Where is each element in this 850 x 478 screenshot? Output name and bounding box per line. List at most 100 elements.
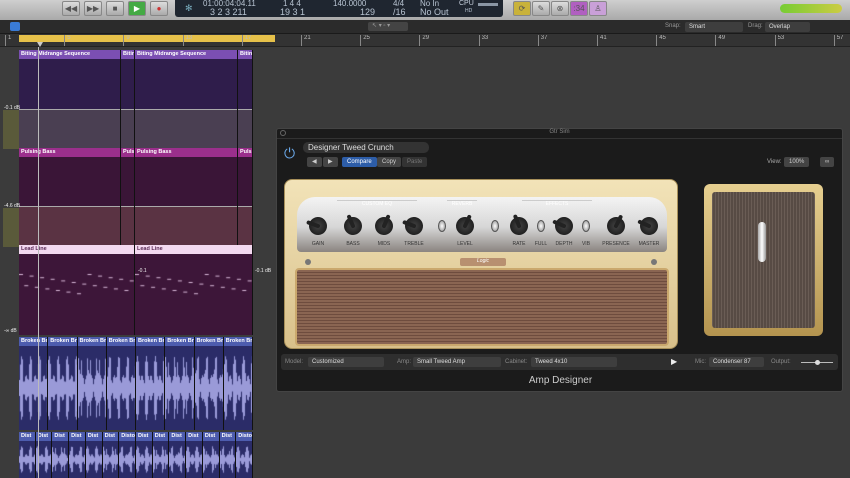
region[interactable]: Dist — [102, 432, 120, 478]
automation-lane[interactable] — [19, 206, 120, 245]
automation-lane[interactable] — [121, 206, 134, 245]
toggle-switch[interactable] — [582, 220, 590, 232]
region[interactable]: Biting Midrange Sequence — [135, 50, 238, 148]
region[interactable]: Distorted 1 — [119, 432, 136, 478]
toggle-switch[interactable] — [537, 220, 545, 232]
microphone-icon[interactable] — [758, 222, 766, 262]
playhead[interactable] — [37, 42, 43, 47]
copy-button[interactable]: Copy — [377, 157, 402, 167]
rate-knob[interactable] — [507, 214, 531, 238]
region[interactable]: Bitin — [121, 50, 135, 148]
section-label: EFFECTS — [522, 200, 592, 207]
region[interactable]: Dist — [202, 432, 220, 478]
region[interactable]: Dist — [85, 432, 103, 478]
gain-knob[interactable] — [306, 214, 330, 238]
region[interactable]: Pulsi — [238, 148, 253, 245]
ruler-tick: 49 — [715, 35, 725, 46]
record-button[interactable]: ● — [150, 1, 168, 16]
region[interactable]: Broken Bre — [165, 337, 195, 430]
mids-knob[interactable] — [372, 214, 396, 238]
pencil-button[interactable]: ✎ — [532, 1, 550, 16]
region[interactable]: Pulsing Bass — [19, 148, 121, 245]
presence-knob[interactable] — [603, 213, 629, 239]
close-icon[interactable] — [280, 130, 286, 136]
prev-preset-button[interactable]: ◀ — [307, 157, 322, 167]
automation-lane[interactable] — [19, 108, 120, 148]
master-volume-slider[interactable] — [780, 4, 842, 13]
output-label: Output: — [771, 359, 791, 365]
power-icon[interactable]: ⏻ — [284, 145, 295, 162]
tool-menu[interactable]: ↖ ▾ ▫ ▾ — [368, 22, 408, 31]
region[interactable]: Dist — [152, 432, 170, 478]
fast-forward-button[interactable]: ▶▶ — [84, 1, 102, 16]
snap-select[interactable]: Smart — [685, 22, 743, 32]
depth-knob[interactable] — [552, 214, 576, 238]
region[interactable]: Lead Line — [135, 245, 253, 335]
region[interactable]: Dist — [186, 432, 203, 478]
cycle-region[interactable] — [19, 35, 275, 42]
play-icon[interactable]: ▶ — [671, 357, 677, 366]
output-slider-knob[interactable] — [814, 360, 820, 365]
region[interactable]: Broken Bre — [106, 337, 136, 430]
region[interactable]: Dist — [169, 432, 187, 478]
mic-select[interactable]: Condenser 87 — [709, 357, 764, 367]
region[interactable]: Pulsing Bass — [135, 148, 238, 245]
model-select[interactable]: Customized — [308, 357, 384, 367]
cycle-button[interactable]: ⟳ — [513, 1, 531, 16]
amp-select[interactable]: Small Tweed Amp — [413, 357, 501, 367]
master-knob[interactable] — [637, 214, 661, 238]
region[interactable]: Broken Bre — [19, 337, 49, 430]
cabinet-select[interactable]: Tweed 4x10 — [531, 357, 617, 367]
ruler-tick: 41 — [597, 35, 607, 46]
region-name: Broken Bre — [48, 337, 77, 346]
view-select[interactable]: 100% — [784, 157, 810, 167]
automation-handle[interactable] — [3, 208, 19, 247]
catch-button[interactable] — [10, 22, 20, 31]
automation-lane[interactable] — [238, 206, 252, 245]
region[interactable]: Pulsi — [121, 148, 135, 245]
toggle-switch[interactable] — [438, 220, 446, 232]
level-knob[interactable] — [453, 214, 477, 238]
region[interactable]: Bitin — [238, 50, 253, 148]
region[interactable]: Broken Bre — [48, 337, 78, 430]
stop-button[interactable]: ■ — [106, 1, 124, 16]
region[interactable]: Biting Midrange Sequence — [19, 50, 121, 148]
paste-button[interactable]: Paste — [402, 157, 428, 167]
waveform — [194, 346, 223, 430]
lcd-display[interactable]: ✻ 01:00:04:04.11 1 4 4 140.0000 4/4 No I… — [175, 0, 503, 17]
region[interactable]: Dist — [69, 432, 86, 478]
region[interactable]: Lead Line — [19, 245, 135, 335]
region[interactable]: Dist — [19, 432, 36, 478]
region[interactable]: Broken Bre — [194, 337, 224, 430]
metronome-button[interactable]: ♙ — [589, 1, 607, 16]
preset-menu[interactable]: Designer Tweed Crunch — [303, 142, 429, 153]
rewind-button[interactable]: ◀◀ — [62, 1, 80, 16]
treble-knob[interactable] — [402, 214, 426, 238]
region[interactable]: Distorted 1 — [236, 432, 253, 478]
region[interactable]: Dist — [52, 432, 70, 478]
region[interactable]: Dist — [136, 432, 153, 478]
region-name: Biting Midrange Sequence — [135, 50, 237, 59]
compare-button[interactable]: Compare — [342, 157, 377, 167]
automation-lane[interactable] — [135, 108, 237, 148]
region[interactable]: Broken Bre — [136, 337, 166, 430]
ruler-tick: 17 — [241, 35, 251, 46]
automation-handle[interactable] — [3, 110, 19, 150]
output-slider[interactable] — [801, 360, 833, 365]
region[interactable]: Dist — [219, 432, 237, 478]
link-icon[interactable]: ∞ — [820, 157, 835, 167]
bass-knob[interactable] — [341, 214, 365, 238]
automation-lane[interactable] — [238, 108, 252, 148]
toggle-switch[interactable] — [491, 220, 499, 232]
gear-icon[interactable]: ✻ — [185, 3, 193, 14]
next-preset-button[interactable]: ▶ — [323, 157, 338, 167]
region-name: Dist — [136, 432, 152, 441]
region[interactable]: Broken Bre — [77, 337, 107, 430]
play-button[interactable]: ▶ — [128, 1, 146, 16]
solo-button[interactable]: ⊗ — [551, 1, 569, 16]
automation-lane[interactable] — [135, 206, 237, 245]
count-in-button[interactable]: :34 — [570, 1, 588, 16]
automation-lane[interactable] — [121, 108, 134, 148]
drag-select[interactable]: Overlap — [765, 22, 810, 32]
region[interactable]: Broken Bre — [223, 337, 253, 430]
